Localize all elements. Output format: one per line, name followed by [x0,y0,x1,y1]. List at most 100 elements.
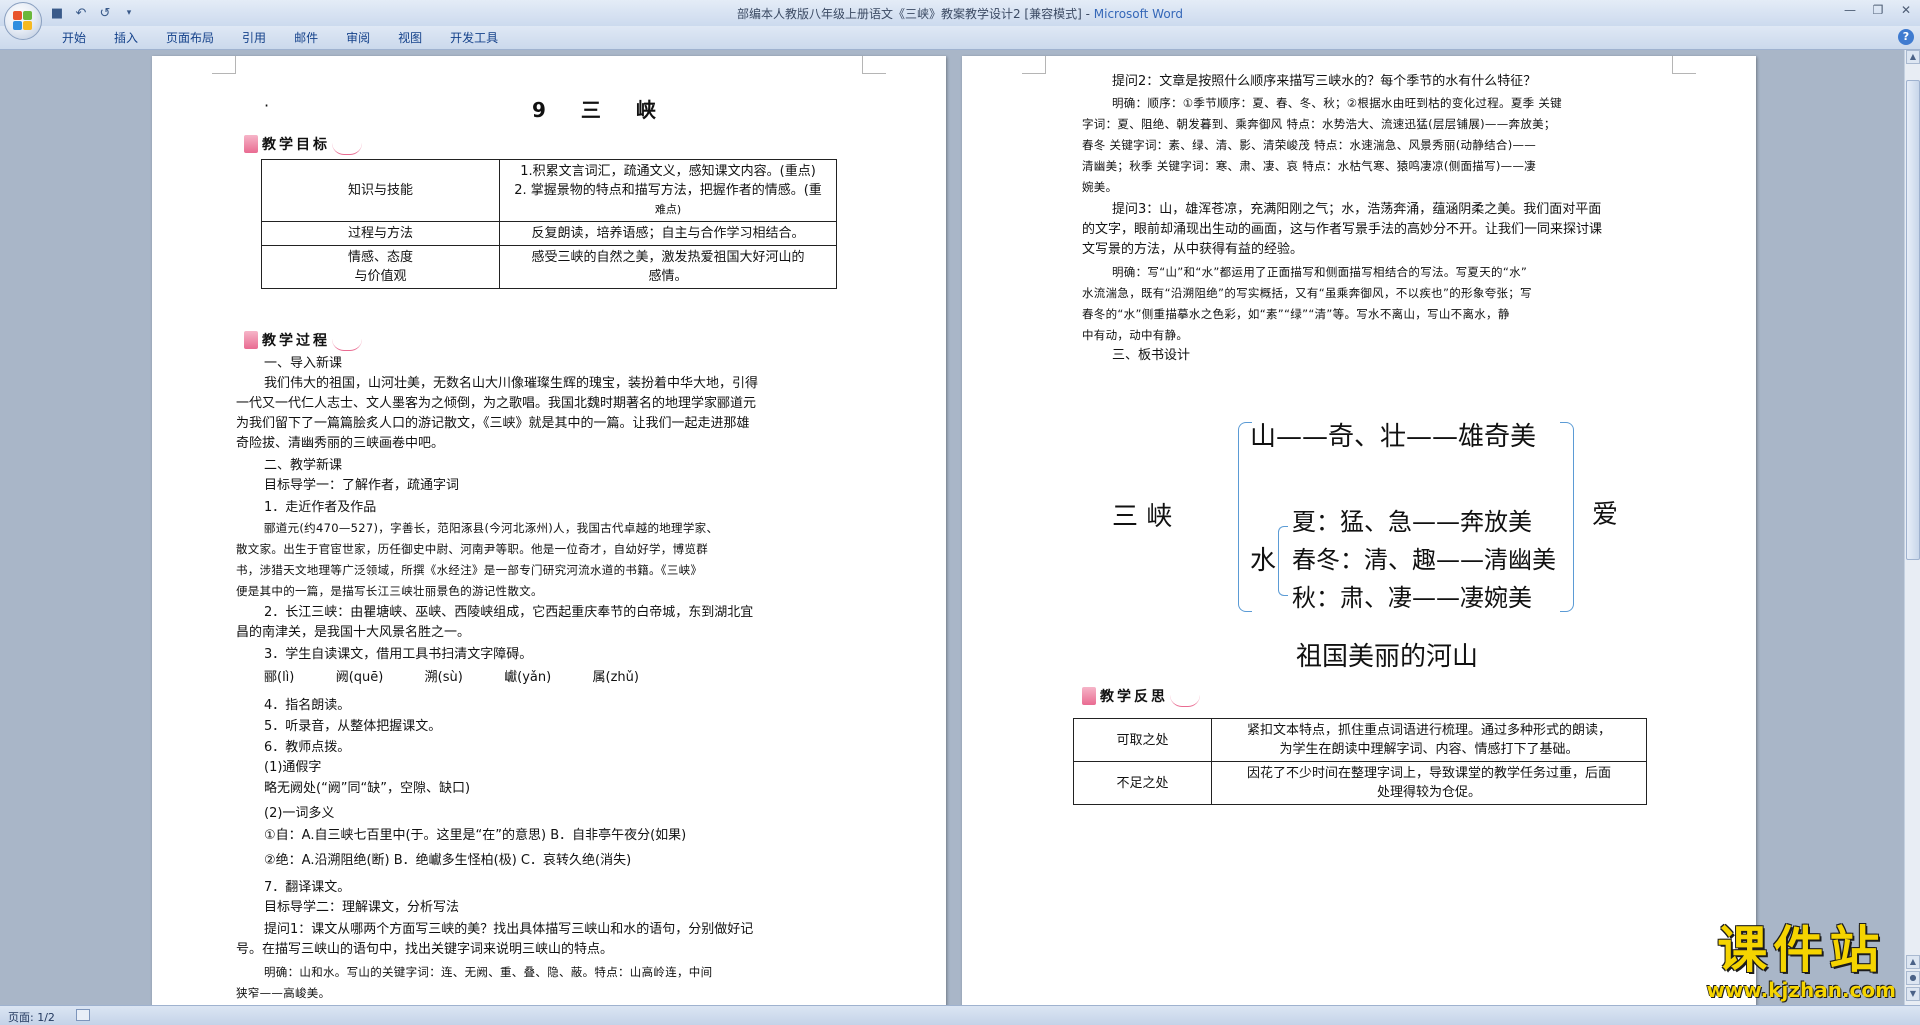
paragraph-line: 狭窄——高峻美。 [236,986,331,1000]
paragraph-line: (2)一词多义 [264,806,335,821]
board-root: 三 峡 [1112,502,1173,532]
section-heading-text: 教学目标 [262,137,330,153]
document-title: 部编本人教版八年级上册语文《三峡》教案教学设计2 [兼容模式] - [736,7,1094,21]
table-cell: 过程与方法 [261,221,500,246]
document-area[interactable]: · 9 三 峡 教学目标 知识与技能 1.积累文言词汇，疏通文义，感知课文内容。… [0,50,1904,1005]
scroll-up-icon[interactable]: ▲ [1906,50,1920,64]
cell-line: 处理得较为仓促。 [1376,785,1481,800]
cell-line: 因花了不少时间在整理字词上，导致课堂的教学任务过重，后面 [1246,766,1611,781]
cell-line: 与价值观 [354,269,407,284]
table-cell: 知识与技能 [261,159,500,222]
paragraph-line: 号。在描写三峡山的语句中，找出关键字词来说明三峡山的特点。 [236,942,614,957]
watermark-text: 课件站 [1717,921,1886,979]
paragraph-line: 4．指名朗读。 [264,698,351,713]
paragraph-line: 略无阙处(“阙”同“缺”，空隙、缺口) [264,781,471,796]
tab-insert[interactable]: 插入 [100,29,152,47]
heading-bar-icon [244,135,258,153]
paragraph-line: 7．翻译课文。 [264,880,351,895]
paragraph-line: 昌的南津关，是我国十大风景名胜之一。 [236,625,471,640]
heading-bar-icon [244,331,258,349]
paragraph-line: 为我们留下了一篇篇脍炙人口的游记散文，《三峡》就是其中的一篇。让我们一起走进那雄 [236,416,750,431]
paragraph-line: 6．教师点拨。 [264,740,351,755]
page-2[interactable]: 提问2：文章是按照什么顺序来描写三峡水的？每个季节的水有什么特征？ 明确：顺序：… [962,56,1756,1005]
prev-page-icon[interactable]: ▲ [1906,955,1920,969]
table-cell: 反复朗读，培养语感；自主与合作学习相结合。 [499,221,837,246]
app-name: Microsoft Word [1093,7,1184,21]
minimize-icon[interactable]: — [1836,0,1864,20]
section-heading-process: 教学过程 [244,328,362,352]
section-heading-reflection: 教学反思 [1082,684,1200,708]
tab-review[interactable]: 审阅 [332,29,384,47]
paragraph-line: 书，涉猎天文地理等广泛领域，所撰《水经注》是一部专门研究河流水道的书籍。《三峡》 [236,563,703,577]
paragraph-line: 我们伟大的祖国，山河壮美，无数名山大川像璀璨生辉的瑰宝，装扮着中华大地，引得 [264,376,759,391]
window-title: 部编本人教版八年级上册语文《三峡》教案教学设计2 [兼容模式] - Micros… [0,5,1920,22]
cell-line: 2. 掌握景物的特点和描写方法，把握作者的情感。(重 [514,183,822,198]
window-controls: — ❐ ✕ [1836,0,1920,20]
margin-corner [862,56,886,74]
browse-object-icon[interactable]: ● [1906,971,1920,985]
page-1[interactable]: · 9 三 峡 教学目标 知识与技能 1.积累文言词汇，疏通文义，感知课文内容。… [152,56,946,1005]
paragraph-line: 一、导入新课 [264,356,343,371]
margin-corner [212,56,236,74]
heading-swirl-icon [332,143,362,155]
table-cell: 1.积累文言词汇，疏通文义，感知课文内容。(重点) 2. 掌握景物的特点和描写方… [499,159,837,222]
help-icon[interactable]: ? [1898,29,1914,45]
tab-page-layout[interactable]: 页面布局 [152,29,228,47]
table-cell: 可取之处 [1073,718,1212,762]
page-indicator[interactable]: 页面: 1/2 [8,1009,55,1025]
table-cell: 情感、态度 与价值观 [261,245,500,289]
paragraph-line: 2．长江三峡：由瞿塘峡、巫峡、西陵峡组成，它西起重庆奉节的白帝城，东到湖北宜 [264,605,754,620]
tab-references[interactable]: 引用 [228,29,280,47]
close-icon[interactable]: ✕ [1892,0,1920,20]
cell-line: 1.积累文言词汇，疏通文义，感知课文内容。(重点) [520,164,816,179]
paragraph-line: 1．走近作者及作品 [264,500,377,515]
tab-mailings[interactable]: 邮件 [280,29,332,47]
scroll-thumb[interactable] [1906,80,1920,560]
paragraph-line: 奇险拔、清幽秀丽的三峡画卷中吧。 [236,436,445,451]
paragraph-line: 目标导学一：了解作者，疏通字词 [264,478,460,493]
vertical-scrollbar[interactable]: ▲ ▲ ● ▼ [1904,50,1920,1005]
paragraph-line: ②绝：A.沿溯阻绝(断) B．绝巘多生怪柏(极) C．哀转久绝(消失) [264,853,632,868]
table-row: 可取之处 紧扣文本特点，抓住重点词语进行梳理。通过多种形式的朗读， 为学生在朗读… [1073,718,1647,762]
next-page-icon[interactable]: ▼ [1906,987,1920,1001]
paragraph-line: (1)通假字 [264,760,322,775]
paragraph-line: ①自：A.自三峡七百里中(于。这里是“在”的意思) B．自非亭午夜分(如果) [264,828,687,843]
water-brace-icon [1278,526,1288,596]
table-row: 不足之处 因花了不少时间在整理字词上，导致课堂的教学任务过重，后面 处理得较为仓… [1073,761,1647,805]
tab-developer[interactable]: 开发工具 [436,29,512,47]
proofing-icon[interactable] [76,1009,90,1021]
cell-line: 情感、态度 [347,250,413,265]
board-shui-item: 春冬：清、趣——清幽美 [1292,546,1556,574]
board-bottom: 祖国美丽的河山 [1296,642,1479,672]
paragraph-line: 3．学生自读课文，借用工具书扫清文字障碍。 [264,647,533,662]
paragraph-line: 目标导学二：理解课文，分析写法 [264,900,460,915]
cell-line: 感受三峡的自然之美，激发热爱祖国大好河山的 [531,250,805,265]
board-shui-item: 秋：肃、凄——凄婉美 [1292,584,1532,612]
goal-table: 知识与技能 1.积累文言词汇，疏通文义，感知课文内容。(重点) 2. 掌握景物的… [261,159,837,289]
title-bar: ■ ↶ ↺ ▾ 部编本人教版八年级上册语文《三峡》教案教学设计2 [兼容模式] … [0,0,1920,40]
table-row: 过程与方法 反复朗读，培养语感；自主与合作学习相结合。 [261,221,837,246]
section-heading-goals: 教学目标 [244,132,362,156]
table-cell: 感受三峡的自然之美，激发热爱祖国大好河山的 感情。 [499,245,837,289]
board-shui: 水 [1250,546,1277,576]
paragraph-line: 二、教学新课 [264,458,343,473]
tab-view[interactable]: 视图 [384,29,436,47]
table-cell: 紧扣文本特点，抓住重点词语进行梳理。通过多种形式的朗读， 为学生在朗读中理解字词… [1211,718,1647,762]
reflection-table: 可取之处 紧扣文本特点，抓住重点词语进行梳理。通过多种形式的朗读， 为学生在朗读… [1073,718,1647,805]
cell-line: 紧扣文本特点，抓住重点词语进行梳理。通过多种形式的朗读， [1246,723,1611,738]
heading-swirl-icon [1170,695,1200,707]
section-heading-text: 教学反思 [1100,689,1168,705]
right-brace-icon [1560,422,1574,612]
cell-line: 难点) [654,203,682,216]
office-button[interactable] [4,2,42,40]
status-bar: 页面: 1/2 [0,1005,1920,1025]
board-shui-item: 夏：猛、急——奔放美 [1292,508,1532,536]
board-shan: 山——奇、壮——雄奇美 [1250,422,1537,452]
restore-icon[interactable]: ❐ [1864,0,1892,20]
site-watermark: 课件站 www.kjzhan.com [1706,922,1896,1002]
paragraph-line: 郦道元(约470—527)，字善长，范阳涿县(今河北涿州)人，我国古代卓越的地理… [264,521,719,535]
section-heading-text: 教学过程 [262,333,330,349]
cell-line: 为学生在朗读中理解字词、内容、情感打下了基础。 [1279,742,1579,757]
tab-home[interactable]: 开始 [48,29,100,47]
paragraph-line: 提问1：课文从哪两个方面写三峡的美？找出具体描写三峡山和水的语句，分别做好记 [264,922,754,937]
